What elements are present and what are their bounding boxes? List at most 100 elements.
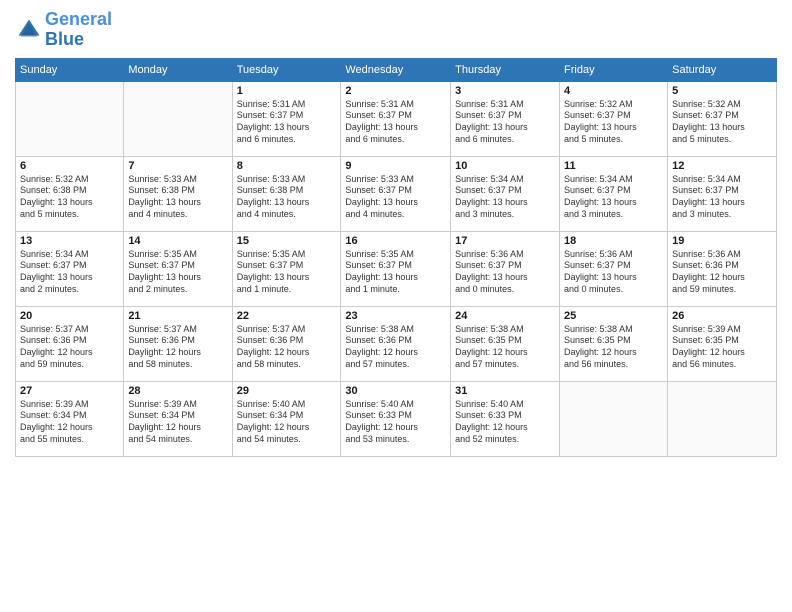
day-number: 12 — [672, 160, 772, 172]
calendar-cell: 23 Sunrise: 5:38 AMSunset: 6:36 PMDayligh… — [341, 306, 451, 381]
calendar-header-row: SundayMondayTuesdayWednesdayThursdayFrid… — [16, 58, 777, 81]
day-info: Sunrise: 5:39 AMSunset: 6:35 PMDaylight:… — [672, 324, 772, 371]
day-header-monday: Monday — [124, 58, 232, 81]
day-number: 18 — [564, 235, 663, 247]
day-info: Sunrise: 5:39 AMSunset: 6:34 PMDaylight:… — [20, 399, 119, 446]
calendar-week-1: 1Sunrise: 5:31 AMSunset: 6:37 PMDaylight… — [16, 81, 777, 156]
calendar-cell: 16 Sunrise: 5:35 AMSunset: 6:37 PMDayligh… — [341, 231, 451, 306]
day-number: 7 — [128, 160, 227, 172]
header: General Blue — [15, 10, 777, 50]
day-info: Sunrise: 5:33 AMSunset: 6:38 PMDaylight:… — [128, 174, 227, 221]
day-number: 8 — [237, 160, 337, 172]
day-number: 15 — [237, 235, 337, 247]
calendar-cell: 11Sunrise: 5:34 AMSunset: 6:37 PMDayligh… — [560, 156, 668, 231]
calendar-cell: 1Sunrise: 5:31 AMSunset: 6:37 PMDaylight… — [232, 81, 341, 156]
day-number: 10 — [455, 160, 555, 172]
day-number: 22 — [237, 310, 337, 322]
day-info: Sunrise: 5:31 AMSunset: 6:37 PMDaylight:… — [237, 99, 337, 146]
day-info: Sunrise: 5:36 AMSunset: 6:37 PMDaylight:… — [455, 249, 555, 296]
day-number: 29 — [237, 385, 337, 397]
calendar-cell: 9 Sunrise: 5:33 AMSunset: 6:37 PMDaylight… — [341, 156, 451, 231]
day-info: Sunrise: 5:31 AMSunset: 6:37 PMDaylight:… — [455, 99, 555, 146]
day-number: 16 — [345, 235, 446, 247]
day-info: Sunrise: 5:33 AMSunset: 6:38 PMDaylight:… — [237, 174, 337, 221]
day-number: 30 — [345, 385, 446, 397]
day-info: Sunrise: 5:34 AMSunset: 6:37 PMDaylight:… — [20, 249, 119, 296]
day-number: 9 — [345, 160, 446, 172]
day-number: 13 — [20, 235, 119, 247]
day-number: 20 — [20, 310, 119, 322]
day-header-friday: Friday — [560, 58, 668, 81]
calendar-cell: 4 Sunrise: 5:32 AMSunset: 6:37 PMDaylight… — [560, 81, 668, 156]
calendar-cell: 17 Sunrise: 5:36 AMSunset: 6:37 PMDayligh… — [451, 231, 560, 306]
calendar-cell: 6Sunrise: 5:32 AMSunset: 6:38 PMDaylight… — [16, 156, 124, 231]
day-header-tuesday: Tuesday — [232, 58, 341, 81]
calendar-cell: 25Sunrise: 5:38 AMSunset: 6:35 PMDayligh… — [560, 306, 668, 381]
calendar-cell: 22Sunrise: 5:37 AMSunset: 6:36 PMDayligh… — [232, 306, 341, 381]
day-info: Sunrise: 5:35 AMSunset: 6:37 PMDaylight:… — [345, 249, 446, 296]
calendar-cell: 12Sunrise: 5:34 AMSunset: 6:37 PMDayligh… — [668, 156, 777, 231]
calendar-cell — [560, 381, 668, 456]
calendar-cell: 5 Sunrise: 5:32 AMSunset: 6:37 PMDaylight… — [668, 81, 777, 156]
calendar-cell: 13 Sunrise: 5:34 AMSunset: 6:37 PMDayligh… — [16, 231, 124, 306]
day-info: Sunrise: 5:31 AMSunset: 6:37 PMDaylight:… — [345, 99, 446, 146]
calendar-cell: 18 Sunrise: 5:36 AMSunset: 6:37 PMDayligh… — [560, 231, 668, 306]
logo-icon — [15, 16, 43, 44]
day-number: 11 — [564, 160, 663, 172]
day-info: Sunrise: 5:32 AMSunset: 6:37 PMDaylight:… — [564, 99, 663, 146]
page: General Blue SundayMondayTuesdayWednesda… — [0, 0, 792, 612]
day-info: Sunrise: 5:36 AMSunset: 6:37 PMDaylight:… — [564, 249, 663, 296]
day-header-thursday: Thursday — [451, 58, 560, 81]
day-header-saturday: Saturday — [668, 58, 777, 81]
calendar-cell: 30 Sunrise: 5:40 AMSunset: 6:33 PMDayligh… — [341, 381, 451, 456]
calendar-cell: 31Sunrise: 5:40 AMSunset: 6:33 PMDayligh… — [451, 381, 560, 456]
day-info: Sunrise: 5:38 AMSunset: 6:36 PMDaylight:… — [345, 324, 446, 371]
day-number: 28 — [128, 385, 227, 397]
calendar-cell: 2Sunrise: 5:31 AMSunset: 6:37 PMDaylight… — [341, 81, 451, 156]
day-number: 14 — [128, 235, 227, 247]
calendar-week-5: 27 Sunrise: 5:39 AMSunset: 6:34 PMDayligh… — [16, 381, 777, 456]
calendar-cell: 3 Sunrise: 5:31 AMSunset: 6:37 PMDaylight… — [451, 81, 560, 156]
calendar-cell — [124, 81, 232, 156]
day-info: Sunrise: 5:40 AMSunset: 6:33 PMDaylight:… — [345, 399, 446, 446]
calendar-cell: 24 Sunrise: 5:38 AMSunset: 6:35 PMDayligh… — [451, 306, 560, 381]
day-info: Sunrise: 5:32 AMSunset: 6:37 PMDaylight:… — [672, 99, 772, 146]
day-info: Sunrise: 5:37 AMSunset: 6:36 PMDaylight:… — [128, 324, 227, 371]
day-info: Sunrise: 5:35 AMSunset: 6:37 PMDaylight:… — [237, 249, 337, 296]
logo: General Blue — [15, 10, 112, 50]
day-number: 23 — [345, 310, 446, 322]
day-info: Sunrise: 5:32 AMSunset: 6:38 PMDaylight:… — [20, 174, 119, 221]
calendar-cell: 19 Sunrise: 5:36 AMSunset: 6:36 PMDayligh… — [668, 231, 777, 306]
calendar-cell: 29 Sunrise: 5:40 AMSunset: 6:34 PMDayligh… — [232, 381, 341, 456]
day-number: 27 — [20, 385, 119, 397]
day-header-wednesday: Wednesday — [341, 58, 451, 81]
day-number: 25 — [564, 310, 663, 322]
day-info: Sunrise: 5:39 AMSunset: 6:34 PMDaylight:… — [128, 399, 227, 446]
day-info: Sunrise: 5:35 AMSunset: 6:37 PMDaylight:… — [128, 249, 227, 296]
calendar-cell: 15 Sunrise: 5:35 AMSunset: 6:37 PMDayligh… — [232, 231, 341, 306]
calendar-week-3: 13 Sunrise: 5:34 AMSunset: 6:37 PMDayligh… — [16, 231, 777, 306]
day-number: 3 — [455, 85, 555, 97]
day-number: 5 — [672, 85, 772, 97]
calendar-cell: 21 Sunrise: 5:37 AMSunset: 6:36 PMDayligh… — [124, 306, 232, 381]
day-number: 19 — [672, 235, 772, 247]
day-info: Sunrise: 5:33 AMSunset: 6:37 PMDaylight:… — [345, 174, 446, 221]
calendar-cell: 7 Sunrise: 5:33 AMSunset: 6:38 PMDaylight… — [124, 156, 232, 231]
day-info: Sunrise: 5:37 AMSunset: 6:36 PMDaylight:… — [20, 324, 119, 371]
day-info: Sunrise: 5:40 AMSunset: 6:34 PMDaylight:… — [237, 399, 337, 446]
day-number: 4 — [564, 85, 663, 97]
day-number: 17 — [455, 235, 555, 247]
calendar-cell — [16, 81, 124, 156]
day-info: Sunrise: 5:38 AMSunset: 6:35 PMDaylight:… — [455, 324, 555, 371]
day-info: Sunrise: 5:40 AMSunset: 6:33 PMDaylight:… — [455, 399, 555, 446]
calendar-cell: 14 Sunrise: 5:35 AMSunset: 6:37 PMDayligh… — [124, 231, 232, 306]
calendar-cell: 10 Sunrise: 5:34 AMSunset: 6:37 PMDayligh… — [451, 156, 560, 231]
day-number: 24 — [455, 310, 555, 322]
day-info: Sunrise: 5:36 AMSunset: 6:36 PMDaylight:… — [672, 249, 772, 296]
calendar-cell: 26Sunrise: 5:39 AMSunset: 6:35 PMDayligh… — [668, 306, 777, 381]
day-number: 21 — [128, 310, 227, 322]
calendar-cell: 8 Sunrise: 5:33 AMSunset: 6:38 PMDaylight… — [232, 156, 341, 231]
day-info: Sunrise: 5:34 AMSunset: 6:37 PMDaylight:… — [455, 174, 555, 221]
calendar-week-4: 20 Sunrise: 5:37 AMSunset: 6:36 PMDayligh… — [16, 306, 777, 381]
calendar-cell — [668, 381, 777, 456]
